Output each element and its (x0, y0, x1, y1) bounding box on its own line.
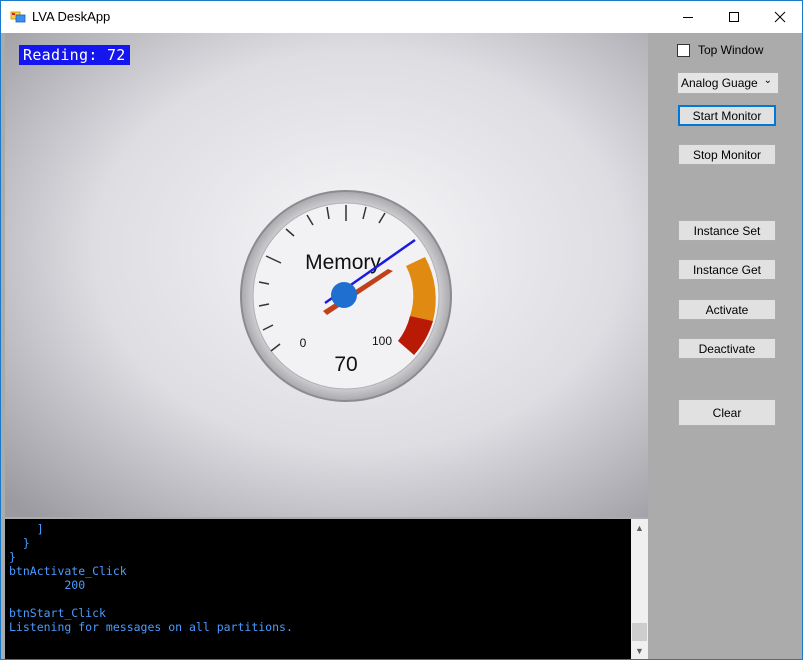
gauge-hub (331, 282, 357, 308)
chevron-down-icon: ⌄ (763, 75, 772, 86)
deactivate-button[interactable]: Deactivate (678, 338, 776, 359)
app-icon (10, 11, 26, 23)
checkbox-icon[interactable] (677, 43, 690, 57)
instance-get-button[interactable]: Instance Get (678, 259, 776, 280)
gauge-min-label: 0 (300, 336, 307, 350)
scroll-down-icon[interactable]: ▼ (631, 642, 648, 659)
control-panel: Top Window Analog Guage ⌄ Start Monitor … (653, 33, 802, 659)
window-title: LVA DeskApp (32, 9, 111, 24)
minimize-icon (683, 17, 693, 18)
top-window-label: Top Window (698, 43, 764, 57)
instance-set-button[interactable]: Instance Set (678, 220, 776, 241)
clear-button[interactable]: Clear (678, 399, 776, 426)
top-window-checkbox[interactable]: Top Window (677, 43, 763, 57)
activate-button[interactable]: Activate (678, 299, 776, 320)
maximize-button[interactable] (711, 1, 757, 33)
mode-select-value: Analog Guage (681, 76, 758, 90)
gauge: Memory 0 100 70 (240, 190, 452, 402)
client-area: Memory 0 100 70 Reading: 72 ] } } btnAct… (1, 33, 802, 659)
output-console[interactable]: ] } } btnActivate_Click 200 btnStart_Cli… (5, 519, 648, 659)
scroll-up-icon[interactable]: ▲ (631, 519, 648, 536)
camera-view: Memory 0 100 70 Reading: 72 (5, 33, 648, 517)
gauge-max-label: 100 (372, 334, 392, 348)
start-monitor-button[interactable]: Start Monitor (678, 105, 776, 126)
mode-select[interactable]: Analog Guage ⌄ (677, 72, 779, 94)
maximize-icon (729, 12, 739, 22)
close-button[interactable] (757, 1, 803, 33)
app-window: LVA DeskApp Memory 0 100 70 Reading: 72 … (0, 0, 803, 660)
minimize-button[interactable] (665, 1, 711, 33)
title-bar[interactable]: LVA DeskApp (1, 1, 802, 33)
console-scrollbar[interactable]: ▲ ▼ (631, 519, 648, 659)
gauge-value: 70 (334, 353, 357, 376)
camera-frame: Memory 0 100 70 (5, 33, 648, 517)
console-text: ] } } btnActivate_Click 200 btnStart_Cli… (9, 522, 293, 634)
reading-label: Reading: 72 (19, 45, 130, 65)
stop-monitor-button[interactable]: Stop Monitor (678, 144, 776, 165)
close-icon (774, 11, 786, 23)
scroll-thumb[interactable] (632, 623, 647, 641)
